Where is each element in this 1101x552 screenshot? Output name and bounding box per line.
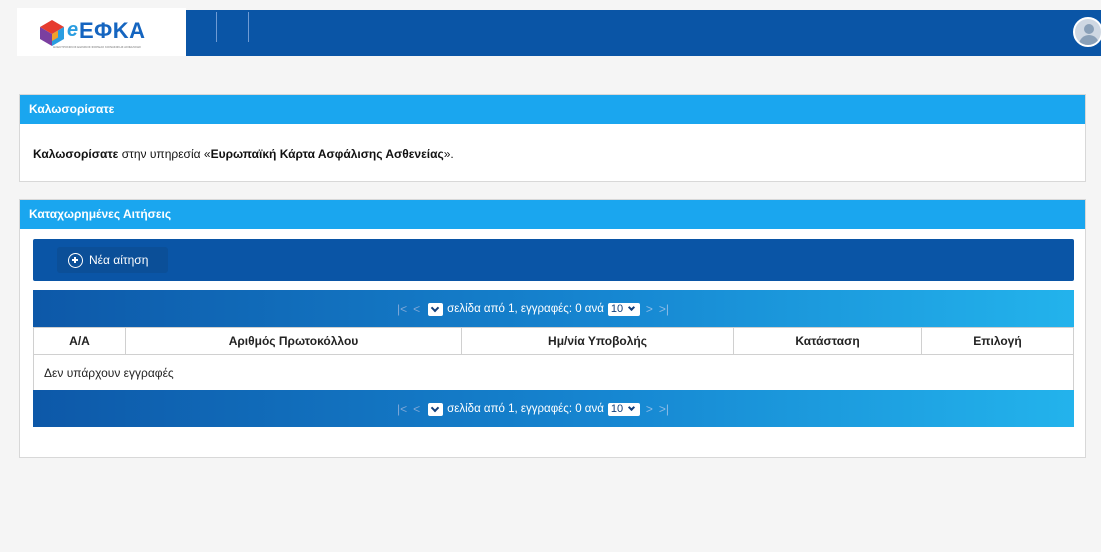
first-page-button[interactable]: |< bbox=[397, 402, 407, 416]
plus-circle-icon bbox=[68, 252, 83, 268]
applications-toolbar: Νέα αίτηση bbox=[33, 239, 1074, 281]
pager-text: σελίδα από 1, εγγραφές: 0 ανά bbox=[447, 403, 604, 415]
applications-table: Α/Α Αριθμός Πρωτοκόλλου Ημ/νία Υποβολής … bbox=[33, 327, 1074, 391]
page-select[interactable] bbox=[428, 402, 444, 416]
header-bar bbox=[186, 10, 1101, 56]
welcome-end: ». bbox=[443, 147, 454, 161]
logo-text: ΕΦΚΑ bbox=[79, 18, 146, 43]
logo-subtitle: ΗΛΕΚΤΡΟΝΙΚΟΣ ΕΘΝΙΚΟΣ ΦΟΡΕΑΣ ΚΟΙΝΩΝΙΚΗΣ Α… bbox=[53, 45, 142, 49]
first-page-button[interactable]: |< bbox=[397, 302, 407, 316]
chevron-down-icon bbox=[430, 303, 440, 312]
new-application-label: Νέα αίτηση bbox=[89, 253, 149, 267]
page-size-value: 10 bbox=[610, 302, 624, 315]
column-header-date[interactable]: Ημ/νία Υποβολής bbox=[461, 327, 734, 355]
avatar-head bbox=[1084, 24, 1094, 34]
logo-e-letter: e bbox=[67, 19, 79, 41]
welcome-message: Καλωσορίσατε στην υπηρεσία «Ευρωπαϊκή Κά… bbox=[33, 147, 454, 161]
page-size-select[interactable]: 10 bbox=[607, 402, 640, 416]
prev-page-button[interactable]: < bbox=[413, 302, 420, 316]
column-header-status[interactable]: Κατάσταση bbox=[733, 327, 922, 355]
service-name: Ευρωπαϊκή Κάρτα Ασφάλισης Ασθενείας bbox=[210, 147, 444, 161]
empty-table-message: Δεν υπάρχουν εγγραφές bbox=[33, 354, 1074, 391]
page-size-value: 10 bbox=[610, 402, 624, 415]
pagination-top: |< < σελίδα από 1, εγγραφές: 0 ανά 10 > … bbox=[33, 290, 1074, 327]
chevron-down-icon bbox=[627, 403, 635, 411]
welcome-panel: Καλωσορίσατε Καλωσορίσατε στην υπηρεσία … bbox=[19, 94, 1086, 182]
new-application-button[interactable]: Νέα αίτηση bbox=[57, 247, 168, 273]
page-select[interactable] bbox=[428, 302, 444, 316]
cube-logo-icon bbox=[40, 20, 64, 46]
column-header-aa[interactable]: Α/Α bbox=[33, 327, 126, 355]
last-page-button[interactable]: >| bbox=[659, 302, 669, 316]
column-header-action[interactable]: Επιλογή bbox=[921, 327, 1074, 355]
table-row: Δεν υπάρχουν εγγραφές bbox=[33, 354, 1074, 391]
prev-page-button[interactable]: < bbox=[413, 402, 420, 416]
next-page-button[interactable]: > bbox=[646, 302, 653, 316]
chevron-down-icon bbox=[430, 403, 440, 412]
welcome-plain: στην υπηρεσία « bbox=[118, 147, 211, 161]
top-header: e ΕΦΚΑ ΗΛΕΚΤΡΟΝΙΚΟΣ ΕΘΝΙΚΟΣ ΦΟΡΕΑΣ ΚΟΙΝΩ… bbox=[0, 8, 1101, 56]
next-page-button[interactable]: > bbox=[646, 402, 653, 416]
table-header-row: Α/Α Αριθμός Πρωτοκόλλου Ημ/νία Υποβολής … bbox=[33, 327, 1074, 355]
pagination-bottom: |< < σελίδα από 1, εγγραφές: 0 ανά 10 > … bbox=[33, 390, 1074, 427]
welcome-bold: Καλωσορίσατε bbox=[33, 147, 119, 161]
pager-text: σελίδα από 1, εγγραφές: 0 ανά bbox=[447, 303, 604, 315]
applications-panel: Καταχωρημένες Αιτήσεις Νέα αίτηση |< < σ… bbox=[19, 199, 1086, 458]
header-divider bbox=[248, 12, 249, 42]
column-header-protocol[interactable]: Αριθμός Πρωτοκόλλου bbox=[125, 327, 462, 355]
applications-panel-title: Καταχωρημένες Αιτήσεις bbox=[20, 200, 1085, 229]
efka-logo[interactable]: e ΕΦΚΑ ΗΛΕΚΤΡΟΝΙΚΟΣ ΕΘΝΙΚΟΣ ΦΟΡΕΑΣ ΚΟΙΝΩ… bbox=[17, 8, 186, 56]
chevron-down-icon bbox=[627, 303, 635, 311]
user-avatar-icon[interactable] bbox=[1073, 17, 1101, 47]
header-divider bbox=[216, 12, 217, 42]
last-page-button[interactable]: >| bbox=[659, 402, 669, 416]
page-size-select[interactable]: 10 bbox=[607, 302, 640, 316]
welcome-panel-title: Καλωσορίσατε bbox=[20, 95, 1085, 124]
